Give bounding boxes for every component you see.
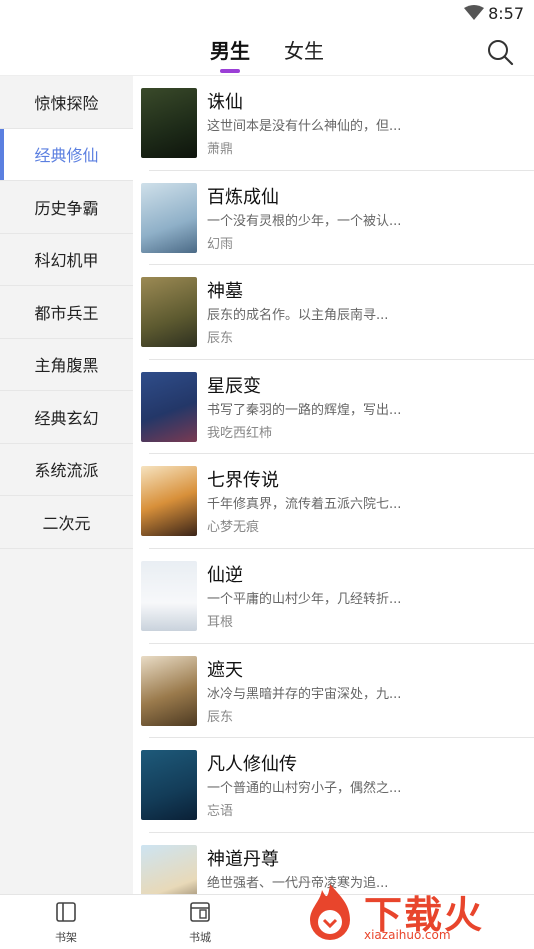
book-item[interactable]: 遮天 冰冷与黑暗并存的宇宙深处，九... 辰东 [141, 644, 534, 739]
book-cover [141, 844, 197, 894]
book-title: 凡人修仙传 [207, 754, 297, 776]
book-desc: 一个没有灵根的少年，一个被认... [207, 213, 402, 229]
sidebar-item-classic-xianxia[interactable]: 经典修仙 [0, 128, 133, 181]
sidebar-item-scheming-hero[interactable]: 主角腹黑 [0, 339, 133, 391]
book-item[interactable]: 神墓 辰东的成名作。以主角辰南寻... 辰东 [141, 265, 534, 360]
book-cover [141, 655, 197, 726]
sidebar-item-system[interactable]: 系统流派 [0, 444, 133, 496]
tab-indicator [220, 69, 240, 73]
book-cover [141, 750, 197, 821]
book-desc: 书写了秦羽的一路的辉煌，写出... [207, 402, 402, 418]
book-author: 辰东 [207, 331, 234, 347]
book-item[interactable]: 星辰变 书写了秦羽的一路的辉煌，写出... 我吃西红柿 [141, 360, 534, 455]
status-time: 8:57 [488, 4, 524, 23]
tab-male[interactable]: 男生 [210, 38, 250, 68]
tab-female[interactable]: 女生 [284, 38, 324, 68]
book-title: 诛仙 [207, 92, 243, 113]
book-title: 仙逆 [207, 564, 243, 586]
book-cover [141, 277, 197, 348]
book-item[interactable]: 仙逆 一个平庸的山村少年，几经转折... 耳根 [141, 549, 534, 644]
book-cover [141, 466, 197, 537]
book-author: 萧鼎 [207, 142, 234, 157]
book-author: 辰东 [207, 709, 234, 725]
book-cover [141, 371, 197, 442]
nav-bookshelf[interactable]: 书架 [46, 901, 86, 945]
nav-bookstore[interactable]: 书城 [180, 901, 220, 945]
book-title: 星辰变 [207, 375, 261, 397]
book-cover [141, 560, 197, 631]
book-desc: 这世间本是没有什么神仙的，但... [207, 119, 402, 134]
watermark-logo: 下载火 xiazaihuo.com [298, 880, 528, 946]
book-item[interactable]: 诛仙 这世间本是没有什么神仙的，但... 萧鼎 [141, 76, 534, 171]
sidebar-item-thriller[interactable]: 惊悚探险 [0, 76, 133, 129]
book-title: 神道丹尊 [207, 848, 279, 870]
bookstore-icon [190, 902, 210, 922]
book-title: 遮天 [207, 659, 243, 681]
header: 男生 女生 [0, 28, 534, 76]
book-desc: 辰东的成名作。以主角辰南寻... [207, 308, 389, 324]
sidebar-item-acg[interactable]: 二次元 [0, 496, 133, 549]
book-list: 诛仙 这世间本是没有什么神仙的，但... 萧鼎 百炼成仙 一个没有灵根的少年，一… [133, 76, 534, 894]
book-cover [141, 182, 197, 253]
book-item[interactable]: 七界传说 千年修真界，流传着五派六院七... 心梦无痕 [141, 454, 534, 549]
book-item[interactable]: 百炼成仙 一个没有灵根的少年，一个被认... 幻雨 [141, 171, 534, 266]
book-author: 心梦无痕 [207, 520, 260, 536]
bookshelf-icon [56, 902, 76, 922]
watermark-url: xiazaihuo.com [364, 928, 451, 942]
sidebar-item-urban[interactable]: 都市兵王 [0, 286, 133, 339]
book-desc: 一个普通的山村穷小子，偶然之... [207, 781, 402, 797]
status-bar: 8:57 [0, 0, 534, 28]
book-author: 我吃西红柿 [207, 425, 273, 441]
book-author: 幻雨 [207, 236, 234, 252]
book-title: 七界传说 [207, 470, 279, 492]
flame-logo-icon [310, 884, 350, 940]
book-item[interactable]: 凡人修仙传 一个普通的山村穷小子，偶然之... 忘语 [141, 738, 534, 833]
sidebar-item-history[interactable]: 历史争霸 [0, 181, 133, 234]
sidebar-item-classic-xuanhuan[interactable]: 经典玄幻 [0, 391, 133, 444]
book-desc: 冰冷与黑暗并存的宇宙深处，九... [207, 686, 402, 702]
nav-bookstore-label: 书城 [189, 931, 211, 944]
book-cover [141, 88, 197, 158]
wifi-icon [464, 5, 484, 20]
book-desc: 一个平庸的山村少年，几经转折... [207, 591, 402, 607]
sidebar-item-scifi[interactable]: 科幻机甲 [0, 234, 133, 286]
nav-bookshelf-label: 书架 [55, 931, 77, 944]
book-author: 忘语 [207, 804, 234, 820]
book-author: 耳根 [207, 614, 234, 630]
category-sidebar: 惊悚探险 经典修仙 历史争霸 科幻机甲 都市兵王 主角腹黑 经典玄幻 系统流派 … [0, 76, 133, 894]
search-icon[interactable] [486, 38, 514, 66]
book-desc: 千年修真界，流传着五派六院七... [207, 497, 402, 513]
book-title: 神墓 [207, 281, 243, 303]
book-title: 百炼成仙 [207, 186, 279, 208]
